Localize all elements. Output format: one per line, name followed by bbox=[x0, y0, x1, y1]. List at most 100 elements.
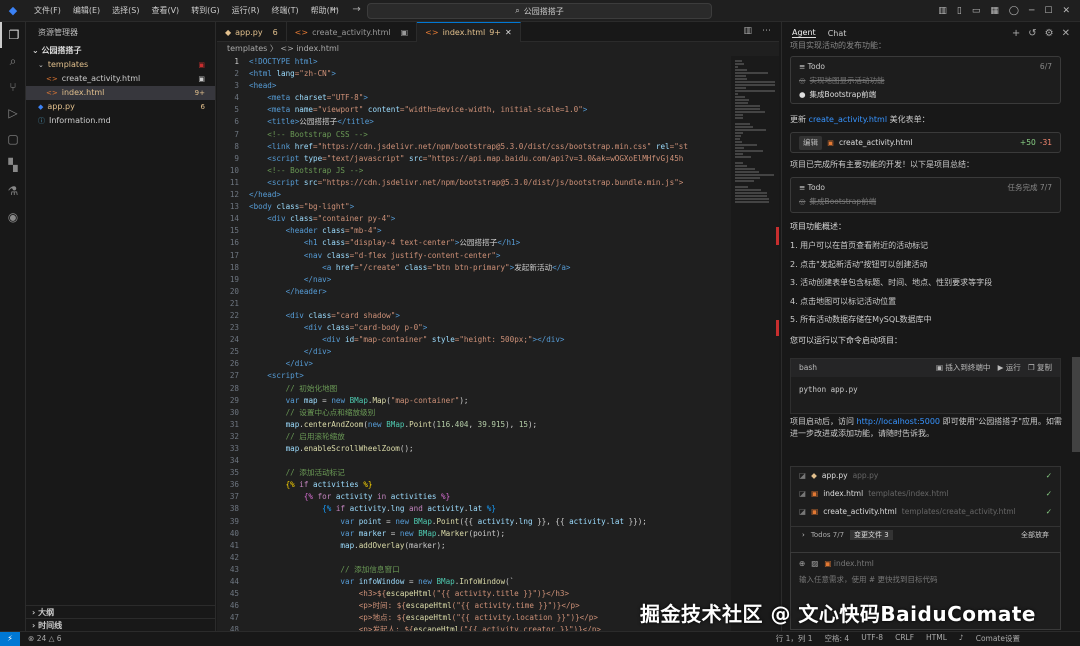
extensions-icon[interactable]: ▚ bbox=[0, 152, 26, 178]
code-line[interactable]: 4 <meta charset="UTF-8"> bbox=[217, 92, 779, 104]
outline-section[interactable]: › 大纲 bbox=[26, 605, 216, 618]
remote-explorer-icon[interactable]: ▢ bbox=[0, 126, 26, 152]
menu-item[interactable]: 文件(F) bbox=[28, 0, 67, 22]
tree-item[interactable]: ⌄ templates ▣ bbox=[26, 58, 215, 72]
language-mode[interactable]: HTML bbox=[926, 633, 947, 644]
code-line[interactable]: 32 // 启用滚轮缩放 bbox=[217, 431, 779, 443]
chevron-right-icon[interactable]: › bbox=[802, 531, 805, 539]
code-line[interactable]: 41 map.addOverlay(marker); bbox=[217, 540, 779, 552]
menu-item[interactable]: 编辑(E) bbox=[67, 0, 106, 22]
code-line[interactable]: 43 // 添加信息窗口 bbox=[217, 564, 779, 576]
code-line[interactable]: 7 <!-- Bootstrap CSS --> bbox=[217, 129, 779, 141]
maximize-icon[interactable]: ☐ bbox=[1044, 6, 1052, 16]
code-line[interactable]: 23 <div class="card-body p-0"> bbox=[217, 322, 779, 334]
code-line[interactable]: 36 {% if activities %} bbox=[217, 479, 779, 491]
menu-item[interactable]: 查看(V) bbox=[145, 0, 185, 22]
copy-button[interactable]: ❐ 复制 bbox=[1028, 363, 1052, 372]
tab-app-py[interactable]: ◆ app.py 6 bbox=[217, 22, 287, 42]
code-line[interactable]: 14 <div class="container py-4"> bbox=[217, 213, 779, 225]
bell-icon[interactable]: ♪ bbox=[959, 633, 964, 644]
changes-label[interactable]: 变更文件 3 bbox=[850, 529, 893, 540]
context-file-chip[interactable]: ▣ index.html bbox=[824, 559, 873, 568]
forward-arrow-icon[interactable]: → bbox=[352, 4, 360, 15]
code-line[interactable]: 1 <!DOCTYPE html> bbox=[217, 56, 779, 68]
image-icon[interactable]: ▨ bbox=[811, 559, 818, 568]
line-ending[interactable]: CRLF bbox=[895, 633, 914, 644]
encoding[interactable]: UTF-8 bbox=[861, 633, 883, 644]
close-icon[interactable]: ✕ bbox=[1062, 6, 1070, 16]
run-button[interactable]: ▶ 运行 bbox=[998, 363, 1021, 372]
changed-file-row[interactable]: ◪ ▣ create_activity.html templates/creat… bbox=[791, 503, 1060, 521]
toggle-sidebar-icon[interactable]: ▯ bbox=[957, 6, 962, 16]
remote-icon[interactable]: ⚡ bbox=[0, 631, 20, 646]
new-chat-icon[interactable]: + bbox=[1012, 28, 1020, 39]
tab-close-icon[interactable]: ▣ bbox=[401, 28, 409, 37]
changed-file-row[interactable]: ◪ ◆ app.py app.py ✓ bbox=[791, 467, 1060, 485]
code-line[interactable]: 27 <script> bbox=[217, 370, 779, 382]
account-icon[interactable]: ◯ bbox=[1009, 6, 1019, 16]
customize-layout-icon[interactable]: ▦ bbox=[990, 6, 999, 16]
layout-icon[interactable]: ▥ bbox=[938, 6, 947, 16]
code-line[interactable]: 5 <meta name="viewport" content="width=d… bbox=[217, 104, 779, 116]
tab-chat[interactable]: Chat bbox=[828, 29, 847, 38]
code-line[interactable]: 29 var map = new BMap.Map("map-container… bbox=[217, 395, 779, 407]
cursor-position[interactable]: 行 1，列 1 bbox=[776, 633, 813, 644]
breadcrumb[interactable]: templates 〉 <> index.html bbox=[217, 42, 779, 55]
code-line[interactable]: 10 <!-- Bootstrap JS --> bbox=[217, 165, 779, 177]
code-line[interactable]: 17 <nav class="d-flex justify-content-ce… bbox=[217, 250, 779, 262]
more-actions-icon[interactable]: ⋯ bbox=[762, 26, 771, 36]
tree-item[interactable]: ⓘ Information.md bbox=[26, 114, 215, 128]
code-line[interactable]: 20 </header> bbox=[217, 286, 779, 298]
tab-agent[interactable]: Agent bbox=[792, 28, 816, 38]
localhost-link[interactable]: http://localhost:5000 bbox=[857, 417, 940, 426]
toggle-panel-icon[interactable]: ▭ bbox=[972, 6, 981, 16]
reject-all-button[interactable]: 全部放弃 bbox=[1021, 530, 1049, 540]
code-line[interactable]: 8 <link href="https://cdn.jsdelivr.net/n… bbox=[217, 141, 779, 153]
update-file-link[interactable]: create_activity.html bbox=[809, 115, 888, 124]
code-line[interactable]: 31 map.centerAndZoom(new BMap.Point(116.… bbox=[217, 419, 779, 431]
code-line[interactable]: 12 </head> bbox=[217, 189, 779, 201]
comate-icon[interactable]: ◉ bbox=[0, 204, 26, 230]
comate-settings[interactable]: Comate设置 bbox=[976, 633, 1020, 644]
code-line[interactable]: 44 var infoWindow = new BMap.InfoWindow(… bbox=[217, 576, 779, 588]
code-editor[interactable]: 1 <!DOCTYPE html> 2 <html lang="zh-CN"> 3 <he… bbox=[217, 56, 779, 631]
tab-close-icon[interactable]: ✕ bbox=[505, 28, 512, 37]
problems-indicator[interactable]: ⊗ 24 △ 6 bbox=[28, 634, 62, 643]
code-line[interactable]: 22 <div class="card shadow"> bbox=[217, 310, 779, 322]
code-line[interactable]: 26 </div> bbox=[217, 358, 779, 370]
code-line[interactable]: 15 <header class="mb-4"> bbox=[217, 225, 779, 237]
code-line[interactable]: 28 // 初始化地图 bbox=[217, 383, 779, 395]
code-line[interactable]: 11 <script src="https://cdn.jsdelivr.net… bbox=[217, 177, 779, 189]
code-line[interactable]: 30 // 设置中心点和缩放级别 bbox=[217, 407, 779, 419]
add-context-icon[interactable]: ⊕ bbox=[799, 559, 805, 568]
edit-card[interactable]: 编辑 ▣ create_activity.html +50 -31 bbox=[790, 132, 1061, 153]
settings-icon[interactable]: ⚙ bbox=[1045, 28, 1054, 39]
code-line[interactable]: 6 <title>公园搭搭子</title> bbox=[217, 116, 779, 128]
code-line[interactable]: 9 <script type="text/javascript" src="ht… bbox=[217, 153, 779, 165]
tree-item[interactable]: ◆ app.py 6 bbox=[26, 100, 215, 114]
source-control-icon[interactable]: ⑂ bbox=[0, 74, 26, 100]
code-line[interactable]: 16 <h1 class="display-4 text-center">公园搭… bbox=[217, 237, 779, 249]
tree-item[interactable]: <> index.html 9+ bbox=[26, 86, 215, 100]
explorer-icon[interactable]: ❐ bbox=[0, 22, 26, 48]
code-line[interactable]: 24 <div id="map-container" style="height… bbox=[217, 334, 779, 346]
testing-icon[interactable]: ⚗ bbox=[0, 178, 26, 204]
command-search[interactable]: ⌕ 公园搭搭子 bbox=[367, 3, 712, 19]
code-line[interactable]: 33 map.enableScrollWheelZoom(); bbox=[217, 443, 779, 455]
code-line[interactable]: 18 <a href="/create" class="btn btn-prim… bbox=[217, 262, 779, 274]
tab-create-activity[interactable]: <> create_activity.html ▣ bbox=[287, 22, 418, 42]
code-line[interactable]: 3 <head> bbox=[217, 80, 779, 92]
close-panel-icon[interactable]: ✕ bbox=[1062, 28, 1070, 39]
code-line[interactable]: 39 var point = new BMap.Point({{ activit… bbox=[217, 516, 779, 528]
code-line[interactable]: 42 bbox=[217, 552, 779, 564]
code-line[interactable]: 19 </nav> bbox=[217, 274, 779, 286]
code-line[interactable]: 13 <body class="bg-light"> bbox=[217, 201, 779, 213]
code-line[interactable]: 37 {% for activity in activities %} bbox=[217, 491, 779, 503]
code-line[interactable]: 2 <html lang="zh-CN"> bbox=[217, 68, 779, 80]
todos-label[interactable]: Todos 7/7 bbox=[811, 531, 844, 539]
code-line[interactable]: 25 </div> bbox=[217, 346, 779, 358]
insert-terminal-button[interactable]: ▣ 插入到终端中 bbox=[936, 363, 990, 372]
code-line[interactable]: 34 bbox=[217, 455, 779, 467]
tab-index-html[interactable]: <> index.html 9+ ✕ bbox=[417, 22, 521, 42]
back-arrow-icon[interactable]: ← bbox=[330, 4, 338, 15]
